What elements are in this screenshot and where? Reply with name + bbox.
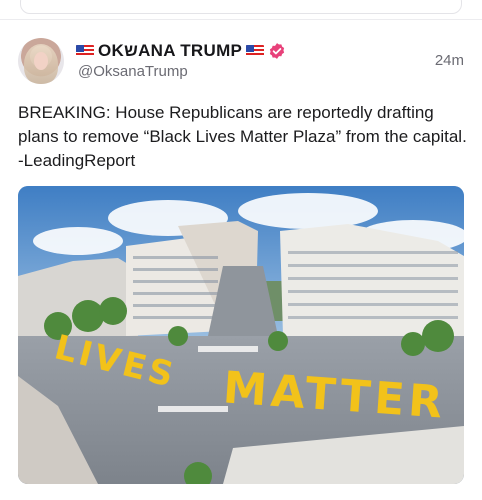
post-text: BREAKING: House Republicans are reported…: [18, 103, 467, 170]
author-display-name: OKשANA TRUMP: [98, 41, 243, 60]
us-flag-icon: [246, 45, 265, 57]
verified-badge-icon: [270, 43, 285, 59]
author-handle[interactable]: @OksanaTrump: [78, 63, 188, 80]
post-timestamp[interactable]: 24m: [435, 52, 464, 69]
previous-post-card: [20, 0, 462, 14]
avatar[interactable]: [18, 38, 64, 84]
us-flag-icon: [76, 45, 94, 57]
author-name-row[interactable]: OKשANA TRUMP: [76, 40, 286, 62]
avatar-face: [34, 52, 48, 70]
post-image[interactable]: LIVES MATTER: [18, 186, 464, 484]
post-divider: [0, 19, 482, 20]
plaza-aerial-photo: LIVES MATTER: [18, 186, 464, 484]
